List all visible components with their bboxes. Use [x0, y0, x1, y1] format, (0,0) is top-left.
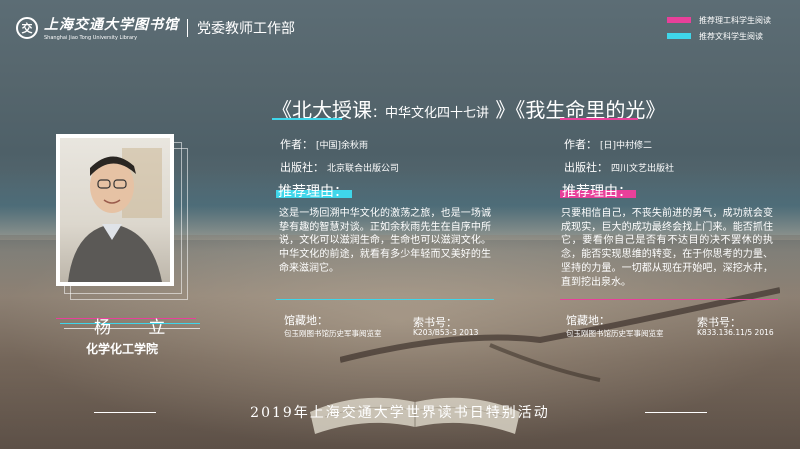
book2-publisher: 出版社： 四川文艺出版社 — [564, 159, 674, 175]
book1-author: 作者： [中国]余秋雨 — [280, 136, 368, 152]
legend-item-science: 推荐理工科学生阅读 — [667, 13, 771, 27]
book2-divider — [560, 299, 778, 300]
author-value: [日]中村修二 — [600, 141, 653, 151]
book1-location: 包玉刚图书馆历史军事阅览室 — [284, 329, 382, 338]
event-footer: 2019年上海交通大学世界读书日特别活动 — [250, 405, 550, 421]
book1-subtitle: 中华文化四十七讲 — [385, 106, 490, 121]
book1-reason-text: 这是一场回溯中华文化的激荡之旅，也是一场诚挚有趣的智慧对谈。正如余秋雨先生在自序… — [279, 208, 491, 274]
book2-reason-text: 只要相信自己，不丧失前进的勇气，成功就会变成现实，巨大的成功最终会找上门来。能否… — [561, 208, 773, 288]
book2-reason-heading: 推荐理由： — [562, 184, 632, 200]
author-label: 作者： — [564, 138, 597, 151]
legend-swatch-pink — [667, 17, 691, 23]
book1-divider — [276, 299, 494, 300]
recommender-name: 杨 立 — [94, 318, 182, 338]
portrait-illustration — [68, 148, 162, 282]
book1-title-colon: ： — [372, 106, 386, 121]
author-value: [中国]余秋雨 — [316, 141, 369, 151]
legend: 推荐理工科学生阅读 推荐文科学生阅读 — [667, 13, 771, 45]
book2-location: 包玉刚图书馆历史军事阅览室 — [566, 329, 664, 338]
book1-title-close: 》 — [495, 98, 516, 122]
recommender-photo — [56, 134, 174, 286]
book1-reason-heading: 推荐理由： — [278, 184, 348, 200]
book1-publisher: 出版社： 北京联合出版公司 — [280, 159, 399, 175]
book1-callno: K203/B53-3 2013 — [413, 328, 479, 337]
legend-label: 推荐文科学生阅读 — [699, 31, 763, 41]
book1-location-label: 馆藏地： — [284, 314, 328, 327]
legend-item-arts: 推荐文科学生阅读 — [667, 29, 771, 43]
publisher-value: 四川文艺出版社 — [611, 164, 675, 174]
publisher-label: 出版社： — [280, 161, 324, 174]
legend-swatch-cyan — [667, 33, 691, 39]
logo-divider — [187, 18, 188, 37]
library-logo: 交 上海交通大学图书馆 Shanghai Jiao Tong Universit… — [16, 14, 295, 41]
book2-location-label: 馆藏地： — [566, 314, 610, 327]
publisher-label: 出版社： — [564, 161, 608, 174]
book2-callno: K833.136.11/5 2016 — [697, 328, 774, 337]
publisher-value: 北京联合出版公司 — [327, 164, 400, 174]
book2-author: 作者： [日]中村修二 — [564, 136, 652, 152]
title-underline-pink — [560, 118, 638, 120]
recommender-college: 化学化工学院 — [86, 342, 159, 356]
logo-chinese-name: 上海交通大学图书馆 — [44, 17, 179, 33]
title-underline-cyan — [272, 118, 342, 120]
legend-label: 推荐理工科学生阅读 — [699, 15, 771, 25]
logo-english-name: Shanghai Jiao Tong University Library — [44, 35, 138, 41]
author-label: 作者： — [280, 138, 313, 151]
university-seal-icon: 交 — [16, 16, 38, 39]
department-name: 党委教师工作部 — [197, 20, 295, 37]
